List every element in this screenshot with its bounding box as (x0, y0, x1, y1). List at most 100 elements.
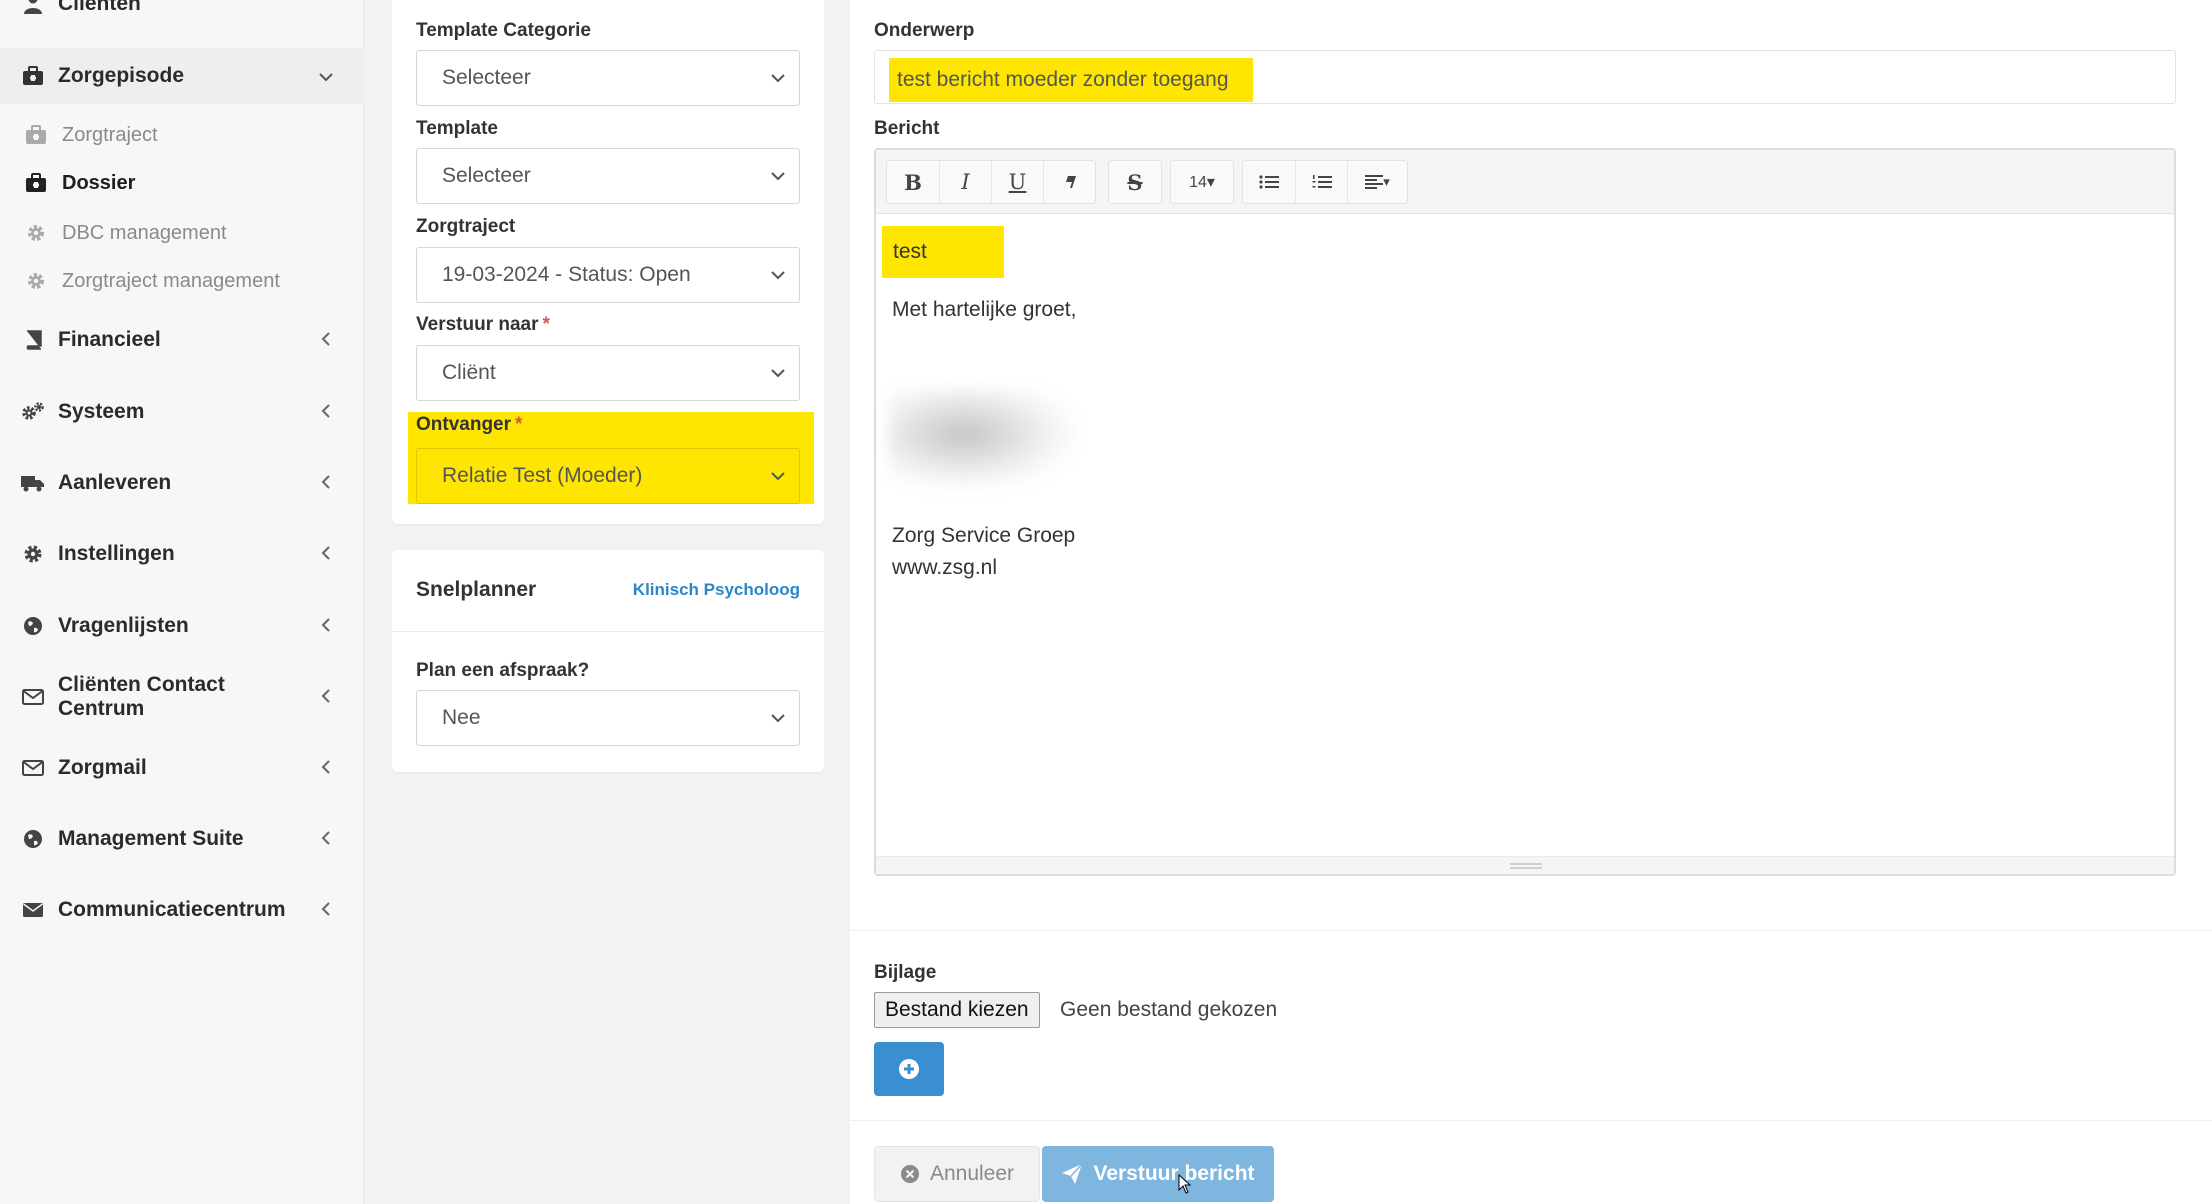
sidebar-item-financieel[interactable]: Financieel (0, 312, 364, 368)
care-trajectory-select[interactable]: 19-03-2024 - Status: Open (416, 247, 800, 303)
select-value: Selecteer (442, 164, 531, 187)
sidebar-item-systeem[interactable]: Systeem (0, 384, 364, 440)
chevron-left-icon (312, 616, 340, 637)
send-message-button[interactable]: Verstuur bericht (1042, 1146, 1274, 1202)
chevron-left-icon (312, 758, 340, 779)
quick-planner-header: Snelplanner Klinisch Psycholoog (392, 550, 824, 632)
add-attachment-button[interactable] (874, 1042, 944, 1096)
sidebar-item-zorgepisode[interactable]: Zorgepisode (0, 48, 364, 104)
sidebar-item-zorgtraject[interactable]: Zorgtraject (0, 112, 364, 158)
choose-file-button[interactable]: Bestand kiezen (874, 992, 1040, 1028)
sidebar: Cliënten Zorgepisode Zorgtraject Dossier… (0, 0, 364, 1204)
sidebar-item-communicatiecentrum[interactable]: Communicatiecentrum (0, 882, 364, 938)
sidebar-item-label: DBC management (62, 221, 227, 244)
book-icon (20, 327, 46, 353)
font-size-group: 14▾ (1170, 160, 1234, 204)
sidebar-item-management-suite[interactable]: Management Suite (0, 811, 364, 867)
cancel-button[interactable]: Annuleer (874, 1146, 1040, 1202)
recipient-select[interactable]: Relatie Test (Moeder) (416, 448, 800, 504)
sidebar-item-zorgtraject-management[interactable]: Zorgtraject management (0, 258, 364, 304)
send-to-label: Verstuur naar * (416, 314, 550, 336)
select-value: Selecteer (442, 66, 531, 89)
divider (850, 1120, 2212, 1121)
bullet-list-button[interactable] (1243, 161, 1295, 203)
template-select[interactable]: Selecteer (416, 148, 800, 204)
psychologist-link[interactable]: Klinisch Psycholoog (633, 580, 800, 600)
file-status: Geen bestand gekozen (1060, 998, 1278, 1021)
chevron-left-icon (312, 330, 340, 351)
align-dropdown-caret: ▾ (1383, 174, 1390, 189)
envelope-icon (20, 755, 46, 781)
website-line: www.zsg.nl (892, 556, 998, 579)
company-line: Zorg Service Groep (892, 524, 1076, 547)
select-value: Cliënt (442, 361, 496, 384)
close-circle-icon (900, 1165, 919, 1183)
briefcase-icon (20, 63, 46, 89)
sidebar-item-instellingen[interactable]: Instellingen (0, 526, 364, 582)
chevron-down-icon (771, 271, 785, 280)
quick-planner-card: Snelplanner Klinisch Psycholoog Plan een… (392, 550, 824, 772)
underline-button[interactable]: U (991, 161, 1043, 203)
numbered-list-icon (1312, 175, 1332, 188)
recipient-highlight: Ontvanger * Relatie Test (Moeder) (408, 412, 814, 504)
plan-appointment-label: Plan een afspraak? (416, 660, 590, 681)
chevron-down-icon (771, 472, 785, 481)
sidebar-item-zorgmail[interactable]: Zorgmail (0, 740, 364, 796)
subject-value: test bericht moeder zonder toegang (889, 58, 1253, 102)
quick-planner-title: Snelplanner (416, 578, 537, 601)
envelope-solid-icon (20, 897, 46, 923)
sidebar-item-label: Aanleveren (58, 471, 172, 494)
cancel-label: Annuleer (929, 1162, 1015, 1185)
italic-button[interactable]: I (939, 161, 991, 203)
recipient-label: Ontvanger * (416, 414, 522, 436)
sidebar-item-vragenlijsten[interactable]: Vragenlijsten (0, 598, 364, 654)
attachment-label: Bijlage (874, 962, 937, 983)
chevron-down-icon (771, 172, 785, 181)
strikethrough-button[interactable]: S (1109, 161, 1161, 203)
briefcase-icon (24, 171, 48, 195)
body-label: Bericht (874, 118, 940, 139)
subject-input[interactable]: test bericht moeder zonder toegang (874, 50, 2176, 104)
eraser-button[interactable] (1043, 161, 1095, 203)
sidebar-item-clienten-contact-centrum[interactable]: Cliënten Contact Centrum (0, 669, 364, 725)
sidebar-item-label: Zorgtraject management (62, 269, 280, 292)
chevron-left-icon (312, 829, 340, 850)
select-value: Relatie Test (Moeder) (442, 464, 643, 487)
align-left-icon (1365, 175, 1384, 189)
required-mark: * (515, 414, 523, 435)
body-first-line: test (882, 226, 1004, 278)
chevron-left-icon (312, 900, 340, 921)
sidebar-item-label: Financieel (58, 328, 161, 351)
align-button[interactable]: ▾ (1347, 161, 1407, 203)
briefcase-icon (24, 123, 48, 147)
sidebar-item-clients[interactable]: Cliënten (0, 0, 364, 28)
bold-button[interactable]: B (887, 161, 939, 203)
message-composer: Onderwerp test bericht moeder zonder toe… (850, 0, 2212, 1204)
divider (850, 930, 2212, 931)
eraser-icon (1063, 176, 1076, 188)
chevron-left-icon (312, 544, 340, 565)
sidebar-item-aanleveren[interactable]: Aanleveren (0, 455, 364, 511)
editor-resize-handle[interactable] (876, 856, 2174, 874)
greeting-line: Met hartelijke groet, (892, 298, 1077, 321)
strike-group: S (1108, 160, 1162, 204)
sidebar-item-dbc-management[interactable]: DBC management (0, 210, 364, 256)
rich-text-editor[interactable]: B I U S 14▾ ▾ test Met hartelijke groet,… (874, 148, 2176, 876)
sidebar-item-label: Dossier (62, 171, 136, 194)
text-style-group: B I U (886, 160, 1096, 204)
paper-plane-icon (1062, 1163, 1084, 1184)
gear-icon (20, 541, 46, 567)
plan-appointment-select[interactable]: Nee (416, 690, 800, 746)
plus-circle-icon (899, 1059, 919, 1079)
sidebar-item-dossier[interactable]: Dossier (0, 160, 364, 206)
send-to-select[interactable]: Cliënt (416, 345, 800, 401)
send-to-label-text: Verstuur naar (416, 314, 539, 335)
numbered-list-button[interactable] (1295, 161, 1347, 203)
globe-icon (20, 613, 46, 639)
editor-content[interactable]: test Met hartelijke groet, Zorg Service … (876, 214, 2174, 854)
template-label: Template (416, 118, 499, 139)
template-category-select[interactable]: Selecteer (416, 50, 800, 106)
font-size-button[interactable]: 14▾ (1171, 161, 1233, 203)
user-icon (20, 0, 46, 17)
required-mark: * (542, 314, 550, 335)
